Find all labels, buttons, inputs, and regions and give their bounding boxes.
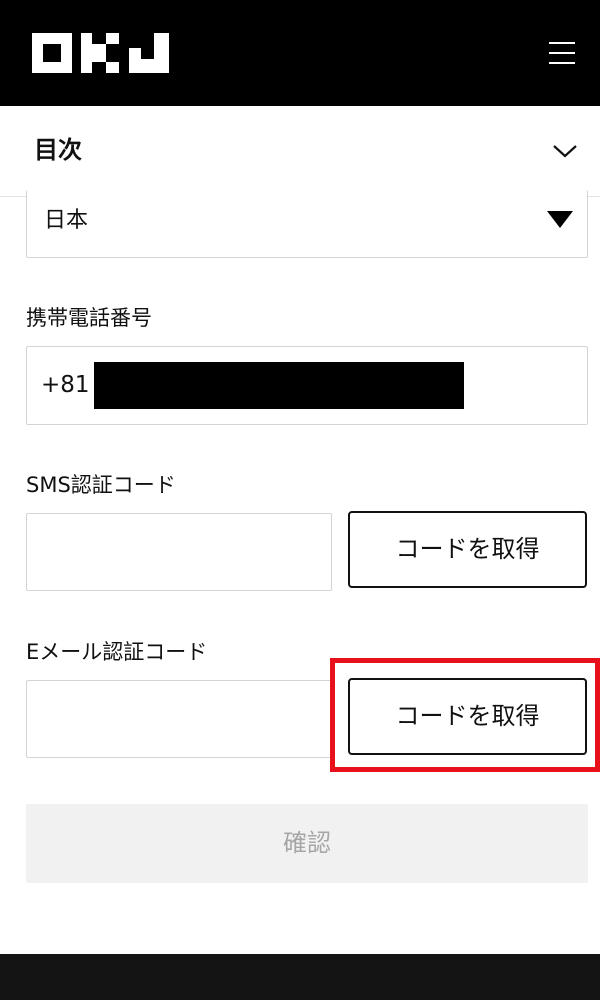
highlight-box <box>330 658 600 772</box>
confirm-button[interactable]: 確認 <box>26 804 588 883</box>
top-header <box>0 0 600 106</box>
sms-get-code-button[interactable]: コードを取得 <box>348 511 587 588</box>
sms-code-input[interactable] <box>26 513 332 591</box>
sms-code-label: SMS認証コード <box>26 473 176 497</box>
toc-bar[interactable] <box>0 106 600 197</box>
caret-down-icon <box>547 211 573 229</box>
country-select-value: 日本 <box>44 208 89 233</box>
chevron-down-icon[interactable] <box>550 138 580 162</box>
redacted-phone-number <box>94 362 464 409</box>
footer-bar <box>0 954 600 1000</box>
okj-logo[interactable] <box>32 33 169 73</box>
hamburger-menu-icon[interactable] <box>545 38 581 68</box>
email-code-label: Eメール認証コード <box>26 640 208 664</box>
toc-title: 目次 <box>34 136 82 164</box>
country-select[interactable] <box>26 190 588 258</box>
phone-country-code: +81 <box>41 372 90 398</box>
phone-label: 携帯電話番号 <box>26 306 152 330</box>
email-code-input[interactable] <box>26 680 332 758</box>
